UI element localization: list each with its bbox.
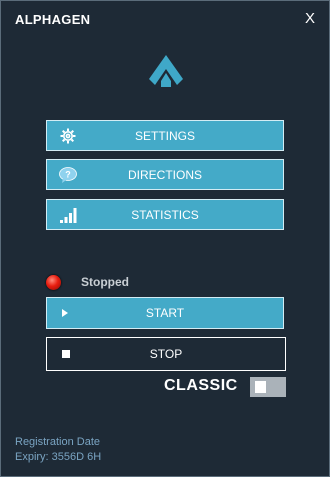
settings-label: SETTINGS [134,128,195,143]
stop-button[interactable]: STOP [46,337,286,371]
gear-icon [60,128,76,144]
start-label: START [145,306,185,320]
classic-mode-label: CLASSIC [164,377,238,394]
toggle-knob [255,381,266,393]
status-row: Stopped [46,273,129,291]
status-text: Stopped [81,275,129,289]
svg-text:?: ? [65,170,71,180]
app-title: ALPHAGEN [15,12,91,27]
close-button[interactable]: X [305,10,315,27]
classic-mode-toggle[interactable] [250,377,286,397]
expiry-text: Expiry: 3556D 6H [15,451,102,463]
directions-label: DIRECTIONS [127,167,202,182]
stop-label: STOP [149,347,183,361]
stop-icon [62,350,70,358]
signal-bars-icon [60,208,77,223]
status-indicator-icon [46,274,61,290]
statistics-label: STATISTICS [131,207,199,222]
directions-button[interactable]: ? DIRECTIONS [46,159,284,190]
registration-info: Registration Date Expiry: 3556D 6H [15,435,101,465]
app-window: ALPHAGEN X SETTINGS ? DIRECTIONS STATIST… [0,0,330,477]
start-button[interactable]: START [46,297,284,329]
registration-date-label: Registration Date [15,436,100,448]
play-icon [62,309,68,317]
statistics-button[interactable]: STATISTICS [46,199,284,230]
settings-button[interactable]: SETTINGS [46,120,284,151]
alphagen-logo-icon [149,55,183,87]
question-bubble-icon: ? [59,167,77,183]
